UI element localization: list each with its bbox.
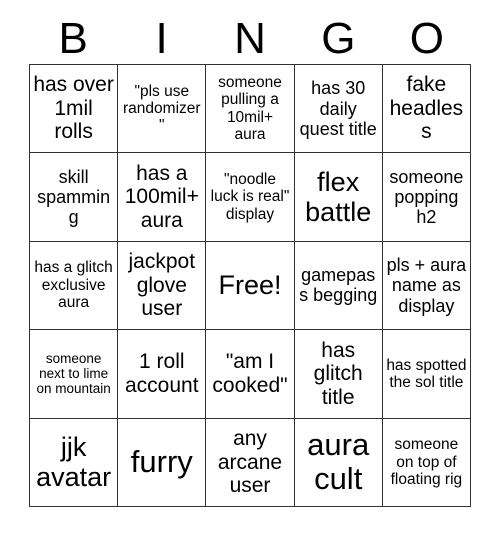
bingo-cell-label: Free! (218, 270, 282, 301)
bingo-cell[interactable]: gamepass begging (294, 241, 383, 331)
bingo-header-letter-b: B (58, 14, 88, 63)
bingo-cell-label: 1 roll account (125, 350, 199, 397)
bingo-cell[interactable]: someone next to lime on mountain (30, 330, 119, 419)
bingo-cell[interactable]: aura cult (294, 418, 383, 507)
bingo-cell-label: gamepass begging (299, 265, 378, 306)
bingo-cell-label: jjk avatar (36, 432, 112, 493)
bingo-cell[interactable]: has over 1mil rolls (30, 65, 119, 154)
bingo-cell[interactable]: 1 roll account (118, 330, 207, 419)
bingo-cell[interactable]: "noodle luck is real" display (206, 153, 295, 242)
bingo-cell-label: has spotted the sol title (386, 356, 467, 391)
bingo-cell[interactable]: "pls use randomizer" (118, 65, 207, 154)
bingo-cell[interactable]: someone pulling a 10mil+ aura (206, 65, 295, 154)
bingo-cell-label: someone on top of floating rig (390, 436, 463, 488)
bingo-cell[interactable]: furry (118, 418, 207, 507)
bingo-cell-free[interactable]: Free! (206, 241, 295, 331)
bingo-cell-label: "pls use randomizer" (123, 82, 201, 135)
bingo-cell-label: has a glitch exclusive aura (34, 259, 113, 312)
bingo-cell-label: "am I cooked" (212, 350, 288, 397)
bingo-cell[interactable]: jackpot glove user (118, 241, 207, 331)
bingo-cell-label: has 30 daily quest title (299, 78, 377, 139)
bingo-cell[interactable]: fake headless (382, 65, 471, 154)
bingo-cell-label: "noodle luck is real" display (210, 171, 290, 223)
bingo-cell-label: furry (130, 443, 193, 479)
bingo-header-letter-o: O (409, 14, 444, 63)
bingo-cell[interactable]: someone on top of floating rig (382, 418, 471, 507)
bingo-cell[interactable]: skill spamming (30, 153, 119, 242)
bingo-cell[interactable]: any arcane user (206, 418, 295, 507)
bingo-header-row: B I N G O (29, 0, 471, 64)
bingo-card: B I N G O has over 1mil rolls "pls use r… (0, 0, 500, 544)
bingo-header-letter-n: N (234, 14, 266, 63)
bingo-header-letter-g: G (321, 14, 356, 63)
bingo-cell-label: any arcane user (217, 426, 283, 498)
bingo-cell-label: fake headless (389, 73, 464, 144)
bingo-cell[interactable]: "am I cooked" (206, 330, 295, 419)
bingo-cell-label: jackpot glove user (128, 250, 196, 321)
bingo-cell-label: aura cult (307, 426, 370, 497)
bingo-cell-label: has a 100mil+ aura (124, 161, 199, 232)
bingo-cell-label: skill spamming (37, 166, 111, 228)
bingo-cell[interactable]: has spotted the sol title (382, 330, 471, 419)
bingo-cell-label: has over 1mil rolls (33, 73, 114, 144)
bingo-cell[interactable]: pls + aura name as display (382, 241, 471, 331)
bingo-cell-label: pls + aura name as display (386, 255, 467, 316)
bingo-cell[interactable]: has a 100mil+ aura (118, 153, 207, 242)
bingo-cell[interactable]: has glitch title (294, 330, 383, 419)
bingo-cell-label: has glitch title (313, 338, 363, 409)
bingo-cell[interactable]: has 30 daily quest title (294, 65, 383, 154)
bingo-cell-label: flex battle (305, 166, 372, 228)
bingo-cell-label: someone next to lime on mountain (36, 351, 111, 397)
bingo-cell-label: someone popping h2 (389, 166, 464, 228)
bingo-header-letter-i: I (155, 14, 168, 63)
bingo-cell[interactable]: jjk avatar (30, 418, 119, 507)
bingo-grid: has over 1mil rolls "pls use randomizer"… (29, 64, 471, 507)
bingo-cell[interactable]: flex battle (294, 153, 383, 242)
bingo-cell[interactable]: has a glitch exclusive aura (30, 241, 119, 331)
bingo-cell[interactable]: someone popping h2 (382, 153, 471, 242)
bingo-cell-label: someone pulling a 10mil+ aura (218, 73, 282, 144)
